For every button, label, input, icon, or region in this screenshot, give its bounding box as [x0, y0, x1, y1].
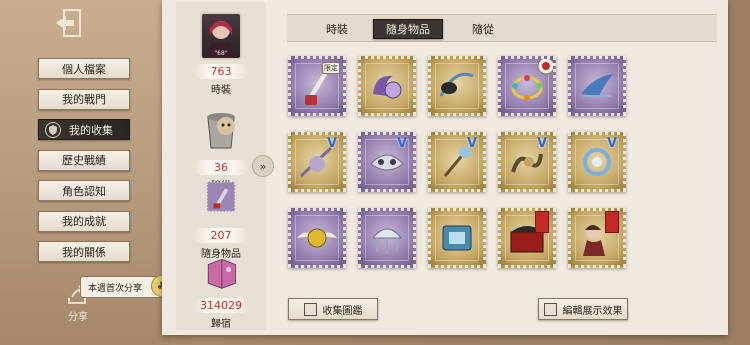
v-badge: V — [326, 136, 337, 151]
nav-label: 我的關係 — [62, 245, 106, 259]
pet-count: 36 — [193, 160, 249, 175]
item-stamp[interactable]: V — [568, 132, 626, 192]
jellyfish-lamp-icon — [371, 228, 403, 254]
book-icon — [303, 302, 317, 316]
nav-label: 個人檔案 — [62, 62, 106, 76]
item-stamp[interactable] — [358, 208, 416, 268]
home-book-icon — [207, 258, 236, 289]
nav-label: 我的收集 — [69, 123, 113, 137]
nav-label: 我的戰門 — [62, 93, 106, 106]
item-stamp[interactable]: V — [498, 132, 556, 192]
red-seal-badge — [605, 211, 619, 233]
item-stamp[interactable]: V — [428, 132, 486, 192]
nav-item-character[interactable]: 角色認知 — [38, 180, 130, 201]
home-count: 314029 — [193, 298, 249, 313]
item-stamp[interactable] — [428, 208, 486, 268]
edit-icon — [543, 302, 557, 316]
item-stamp[interactable] — [498, 208, 556, 268]
accessory-stamp-icon — [206, 180, 236, 213]
crystal-box-icon — [442, 225, 472, 251]
home-label: 歸宿 — [211, 319, 231, 330]
profile-nav: 個人檔案 我的戰門 我的收集 歷史戰績 角色認知 我的成就 我的關係 — [38, 58, 130, 272]
nav-label: 我的成就 — [62, 215, 106, 228]
tab-pets[interactable]: 隨從 — [453, 19, 513, 39]
nav-item-relations[interactable]: 我的關係 — [38, 241, 130, 262]
item-stamp[interactable] — [568, 56, 626, 116]
purple-moon-icon — [373, 75, 402, 99]
gallery-button-label: 收集圖鑑 — [322, 305, 363, 317]
v-badge: V — [536, 136, 547, 151]
item-stamp[interactable] — [358, 56, 416, 116]
winged-orb-icon — [297, 228, 337, 248]
chain-mask-icon — [439, 72, 474, 97]
costume-count: 763 — [193, 64, 249, 79]
edit-button-label: 編輯展示效果 — [562, 305, 623, 317]
nav-item-history[interactable]: 歷史戰績 — [38, 149, 130, 171]
pet-trashcan-icon — [207, 113, 235, 149]
item-stamp[interactable]: V — [288, 132, 346, 192]
nav-label: 角色認知 — [62, 184, 106, 198]
share-label: 分享 — [68, 312, 88, 323]
tab-costume[interactable]: 時裝 — [307, 19, 367, 39]
back-door-icon[interactable] — [52, 8, 86, 38]
category-costume[interactable]: "68" 763 時裝 — [176, 12, 266, 96]
tab-label: 時裝 — [326, 23, 348, 36]
accessory-count: 207 — [193, 228, 249, 243]
share-reward-badge[interactable]: 本週首次分享 ♣ — [80, 275, 173, 298]
nav-item-profile[interactable]: 個人檔案 — [38, 58, 130, 79]
costume-card-text: "68" — [214, 50, 228, 57]
category-homes[interactable]: 314029 歸宿 — [176, 256, 266, 330]
nav-item-collection[interactable]: 我的收集 — [38, 119, 130, 140]
red-seal-badge — [535, 211, 549, 233]
item-stamp[interactable] — [498, 56, 556, 116]
edit-display-button[interactable]: 編輯展示效果 — [538, 298, 628, 320]
item-stamp[interactable] — [288, 208, 346, 268]
costume-portrait: "68" — [200, 12, 242, 60]
nav-label: 歷史戰績 — [62, 154, 106, 167]
expand-chevron-icon[interactable]: » — [252, 155, 274, 177]
v-badge: V — [396, 136, 407, 151]
costume-label: 時裝 — [211, 85, 231, 96]
item-stamp[interactable]: V — [358, 132, 416, 192]
flower-badge-icon — [537, 59, 553, 75]
item-stamp[interactable] — [568, 208, 626, 268]
item-stamp[interactable]: 限定 — [288, 56, 346, 116]
tab-label: 隨從 — [472, 23, 494, 36]
limited-badge: 限定 — [322, 62, 340, 74]
nav-item-battles[interactable]: 我的戰門 — [38, 88, 130, 110]
tab-label: 隨身物品 — [386, 23, 430, 36]
v-badge: V — [606, 136, 617, 151]
shield-icon — [45, 121, 61, 138]
blue-bird-icon — [581, 74, 613, 97]
nav-item-achievements[interactable]: 我的成就 — [38, 210, 130, 232]
category-pets[interactable]: 36 隨從 — [176, 104, 266, 192]
tab-bar: 時裝 隨身物品 隨從 — [287, 14, 717, 42]
v-badge: V — [466, 136, 477, 151]
category-accessories[interactable]: 207 隨身物品 — [176, 180, 266, 260]
item-stamp[interactable] — [428, 56, 486, 116]
tab-accessories[interactable]: 隨身物品 — [373, 19, 443, 39]
collection-gallery-button[interactable]: 收集圖鑑 — [288, 298, 378, 320]
share-badge-label: 本週首次分享 — [88, 283, 143, 294]
